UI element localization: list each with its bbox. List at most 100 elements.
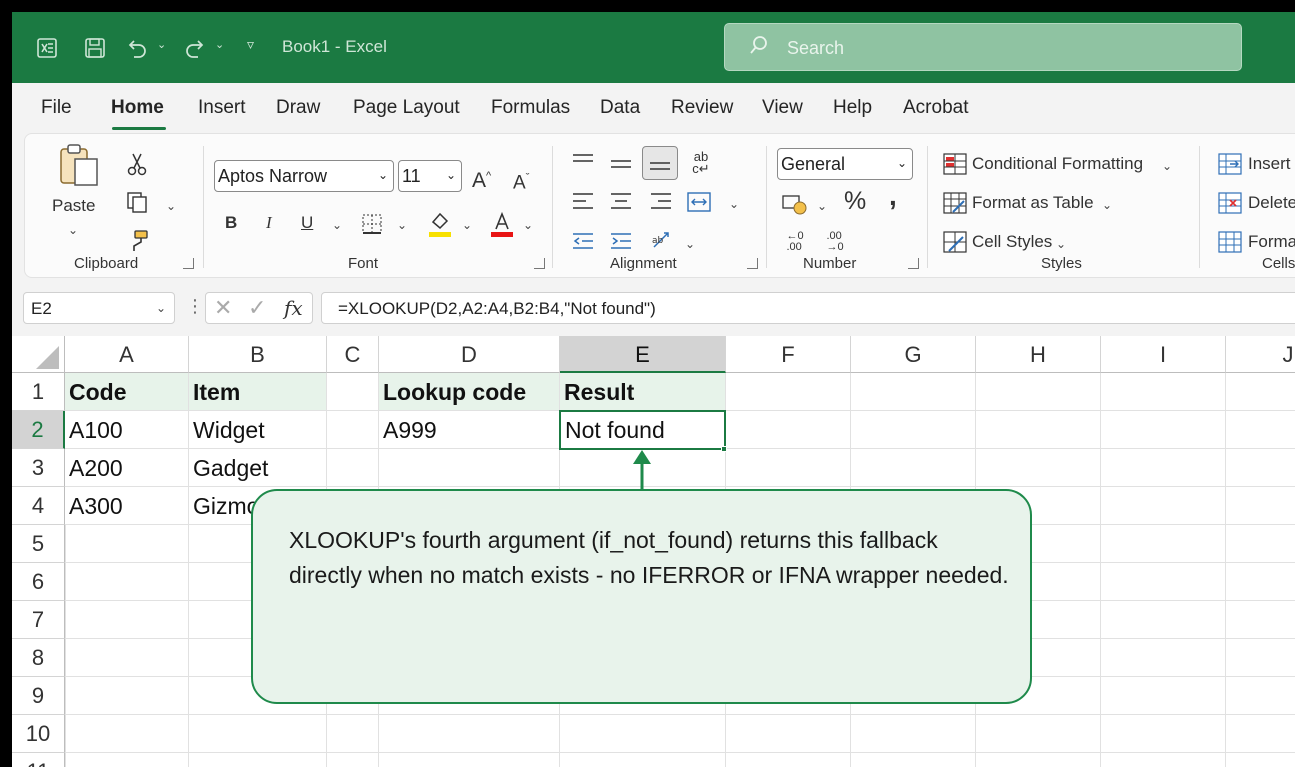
column-header-f[interactable]: F <box>726 336 851 373</box>
row-header-5[interactable]: 5 <box>12 525 65 563</box>
cell-styles-button[interactable]: Cell Styles <box>972 230 1052 254</box>
cell-styles-dropdown-icon[interactable]: ⌄ <box>1056 232 1066 256</box>
format-as-table-icon[interactable] <box>942 191 968 215</box>
row-header-2[interactable]: 2 <box>12 411 65 449</box>
row-header-11[interactable]: 11 <box>12 753 65 767</box>
format-painter-icon[interactable] <box>125 228 151 254</box>
cell-b3[interactable]: Gadget <box>189 449 327 487</box>
column-header-i[interactable]: I <box>1101 336 1226 373</box>
column-header-a[interactable]: A <box>65 336 189 373</box>
conditional-formatting-button[interactable]: Conditional Formatting <box>972 152 1143 176</box>
font-size-select[interactable]: 11 ⌄ <box>398 160 462 192</box>
select-all-corner[interactable] <box>12 336 65 373</box>
tab-view[interactable]: View <box>762 97 803 119</box>
column-header-b[interactable]: B <box>189 336 327 373</box>
increase-indent-icon[interactable] <box>609 230 633 252</box>
cancel-icon[interactable]: ✕ <box>214 295 232 321</box>
comma-style-button[interactable]: , <box>889 182 897 210</box>
align-left-icon[interactable] <box>571 190 595 212</box>
wrap-text-icon[interactable]: ab c↵ <box>688 148 714 178</box>
font-color-icon[interactable] <box>489 210 515 238</box>
customize-toolbar-icon[interactable]: ▿ <box>247 36 254 53</box>
font-name-select[interactable]: Aptos Narrow ⌄ <box>214 160 394 192</box>
cell-c3[interactable] <box>327 449 379 487</box>
tab-help[interactable]: Help <box>833 97 872 119</box>
cell-d1[interactable]: Lookup code <box>379 373 560 411</box>
copy-dropdown-icon[interactable]: ⌄ <box>166 194 176 218</box>
cell-a2[interactable]: A100 <box>65 411 189 449</box>
tab-review[interactable]: Review <box>671 97 733 119</box>
insert-cells-button[interactable]: Insert <box>1248 152 1291 176</box>
cell-a4[interactable]: A300 <box>65 487 189 525</box>
conditional-formatting-icon[interactable] <box>942 152 968 176</box>
tab-formulas[interactable]: Formulas <box>491 97 570 119</box>
align-right-icon[interactable] <box>649 190 673 212</box>
cell-f1[interactable] <box>726 373 851 411</box>
tab-data[interactable]: Data <box>600 97 640 119</box>
align-center-icon[interactable] <box>609 190 633 212</box>
decrease-indent-icon[interactable] <box>571 230 595 252</box>
paste-dropdown-icon[interactable]: ⌄ <box>68 218 78 242</box>
decrease-font-size-icon[interactable]: Aˇ <box>513 166 529 195</box>
format-cells-icon[interactable] <box>1217 230 1243 254</box>
save-icon[interactable] <box>82 36 108 60</box>
row-header-3[interactable]: 3 <box>12 449 65 487</box>
cell-h3[interactable] <box>976 449 1101 487</box>
cell-c2[interactable] <box>327 411 379 449</box>
tab-home[interactable]: Home <box>111 97 164 119</box>
row-header-8[interactable]: 8 <box>12 639 65 677</box>
undo-dropdown-icon[interactable]: ⌄ <box>157 38 166 51</box>
tab-file[interactable]: File <box>41 97 72 119</box>
cell-g2[interactable] <box>851 411 976 449</box>
column-header-h[interactable]: H <box>976 336 1101 373</box>
cell-b2[interactable]: Widget <box>189 411 327 449</box>
redo-icon[interactable] <box>182 36 208 60</box>
alignment-launcher-icon[interactable] <box>747 258 758 269</box>
cell-d3[interactable] <box>379 449 560 487</box>
conditional-formatting-dropdown-icon[interactable]: ⌄ <box>1162 154 1172 178</box>
cell-i1[interactable] <box>1101 373 1226 411</box>
row-header-7[interactable]: 7 <box>12 601 65 639</box>
cell-b1[interactable]: Item <box>189 373 327 411</box>
number-launcher-icon[interactable] <box>908 258 919 269</box>
cell-d2[interactable]: A999 <box>379 411 560 449</box>
align-top-icon[interactable] <box>571 150 595 172</box>
row-header-4[interactable]: 4 <box>12 487 65 525</box>
cell-j3[interactable] <box>1226 449 1295 487</box>
cell-j2[interactable] <box>1226 411 1295 449</box>
column-header-d[interactable]: D <box>379 336 560 373</box>
column-header-c[interactable]: C <box>327 336 379 373</box>
fill-handle[interactable] <box>721 446 727 452</box>
increase-font-size-icon[interactable]: A^ <box>472 164 491 193</box>
cell-a1[interactable]: Code <box>65 373 189 411</box>
align-bottom-icon[interactable] <box>642 146 678 180</box>
clipboard-launcher-icon[interactable] <box>183 258 194 269</box>
font-launcher-icon[interactable] <box>534 258 545 269</box>
accounting-format-icon[interactable] <box>781 192 809 216</box>
font-color-dropdown-icon[interactable]: ⌄ <box>523 213 533 237</box>
active-cell-e2[interactable]: Not found <box>559 410 726 450</box>
paste-label[interactable]: Paste <box>52 194 95 218</box>
delete-cells-icon[interactable] <box>1217 191 1243 215</box>
fill-color-icon[interactable] <box>427 210 453 238</box>
copy-icon[interactable] <box>123 190 151 214</box>
bold-button[interactable]: B <box>225 211 237 235</box>
cell-g1[interactable] <box>851 373 976 411</box>
align-middle-icon[interactable] <box>609 154 633 176</box>
decrease-decimal-icon[interactable]: .00 →0 <box>821 228 849 256</box>
undo-icon[interactable] <box>124 36 150 60</box>
cell-i2[interactable] <box>1101 411 1226 449</box>
tab-page-layout[interactable]: Page Layout <box>353 97 460 119</box>
cell-g3[interactable] <box>851 449 976 487</box>
cell-j1[interactable] <box>1226 373 1295 411</box>
cell-f3[interactable] <box>726 449 851 487</box>
search-box[interactable]: Search <box>724 23 1242 71</box>
cell-i4[interactable] <box>1101 487 1226 525</box>
percent-style-button[interactable]: % <box>844 189 866 214</box>
cell-i3[interactable] <box>1101 449 1226 487</box>
format-as-table-button[interactable]: Format as Table <box>972 191 1094 215</box>
cell-styles-icon[interactable] <box>942 230 968 254</box>
insert-function-icon[interactable]: fx <box>284 296 303 320</box>
cell-a3[interactable]: A200 <box>65 449 189 487</box>
formula-input[interactable]: =XLOOKUP(D2,A2:A4,B2:B4,"Not found") <box>321 292 1295 324</box>
